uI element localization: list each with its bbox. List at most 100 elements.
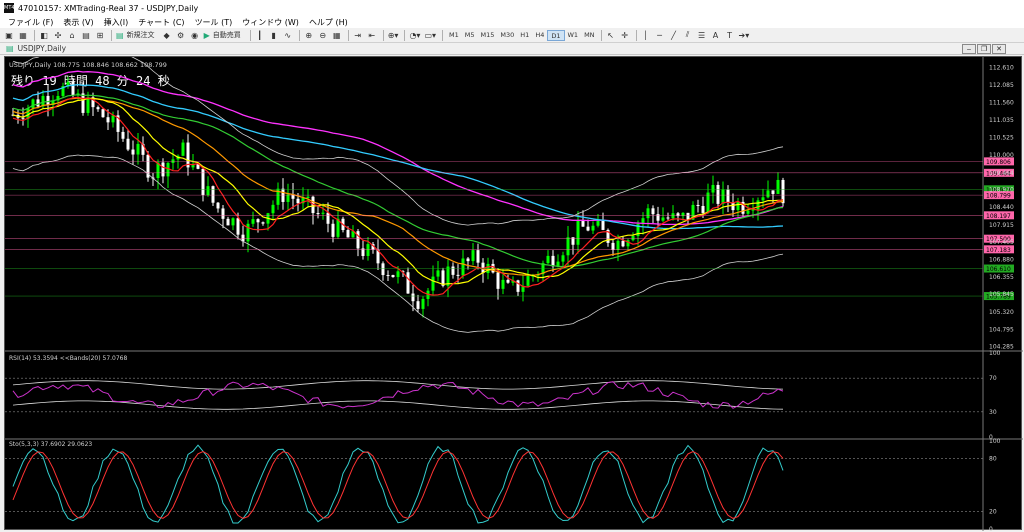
zoom-out-icon[interactable]: ⊖ — [317, 29, 329, 41]
candle-body — [611, 242, 615, 251]
cursor-icon[interactable]: ↖ — [605, 29, 617, 41]
tile-windows-icon[interactable]: ▦ — [331, 29, 343, 41]
candle-body — [251, 219, 255, 224]
toolbar-divider — [34, 29, 35, 41]
timeframe-m30[interactable]: M30 — [497, 30, 517, 41]
candle-body — [186, 142, 190, 168]
candle-body — [456, 274, 460, 276]
candle-body — [696, 204, 700, 206]
timeframe-h1[interactable]: H1 — [517, 30, 532, 41]
price-axis-tick: 108.970 — [989, 186, 1014, 193]
candle-body — [771, 190, 775, 194]
candle-body — [81, 93, 85, 113]
stochastic-axis-tick: 0 — [989, 526, 993, 531]
vertical-line-icon[interactable]: │ — [640, 29, 652, 41]
horizontal-line-icon[interactable]: ─ — [654, 29, 666, 41]
candle-body — [621, 240, 625, 247]
chart-shift-icon[interactable]: ⇤ — [366, 29, 378, 41]
candle-body — [406, 272, 410, 294]
candle-body — [551, 255, 555, 267]
market-watch-icon[interactable]: ◧ — [38, 29, 50, 41]
profiles-icon[interactable]: ▦ — [17, 29, 29, 41]
candle-body — [586, 226, 590, 231]
fibonacci-icon[interactable]: ☰ — [696, 29, 708, 41]
zoom-in-icon[interactable]: ⊕ — [303, 29, 315, 41]
candle-body — [131, 149, 135, 155]
navigator-icon[interactable]: ⌂ — [66, 29, 78, 41]
moving-average-line — [12, 97, 783, 286]
candle-body — [126, 138, 130, 150]
toolbar-divider — [111, 29, 112, 41]
main-toolbar: ▣ ▦ ◧ ✣ ⌂ ▤ ⊞ ▤ 新規注文 ◆ ⚙ ◉ ▶ 自動売買 ┃ ▮ ∿ ⊕ … — [0, 28, 1024, 43]
trendline-icon[interactable]: ╱ — [668, 29, 680, 41]
menu-file[interactable]: ファイル (F) — [3, 17, 58, 28]
price-axis-tick: 109.464 — [989, 170, 1014, 177]
restore-button[interactable]: ❐ — [977, 44, 991, 54]
candle-body — [346, 229, 350, 238]
bar-chart-icon[interactable]: ┃ — [254, 29, 266, 41]
candle-body — [411, 293, 415, 302]
price-badge-label: 107.183 — [986, 247, 1011, 254]
rsi-axis-tick: 100 — [989, 350, 1001, 357]
metaeditor-icon[interactable]: ◆ — [161, 29, 173, 41]
bollinger-band-line — [12, 154, 784, 333]
new-order-icon: ▤ — [116, 30, 124, 40]
candle-chart-icon[interactable]: ▮ — [268, 29, 280, 41]
menu-insert[interactable]: 挿入(I) — [99, 17, 134, 28]
candle-body — [46, 95, 50, 106]
candle-body — [296, 198, 300, 204]
stochastic-axis-tick: 100 — [989, 438, 1001, 445]
timeframe-h4[interactable]: H4 — [532, 30, 547, 41]
menu-help[interactable]: ヘルプ (H) — [304, 17, 353, 28]
channel-icon[interactable]: ⫽ — [682, 29, 694, 41]
stochastic-axis-tick: 20 — [989, 508, 997, 515]
candle-body — [36, 99, 40, 107]
timeframe-d1[interactable]: D1 — [547, 29, 565, 41]
candle-body — [236, 218, 240, 235]
periods-icon[interactable]: ◔▾ — [408, 29, 421, 41]
candle-body — [561, 255, 565, 262]
line-chart-icon[interactable]: ∿ — [282, 29, 294, 41]
signals-icon[interactable]: ◉ — [189, 29, 201, 41]
candle-body — [161, 162, 165, 177]
candle-body — [516, 280, 520, 292]
indicators-icon[interactable]: ⊕▾ — [387, 29, 400, 41]
candle-body — [726, 189, 730, 203]
timeframe-m5[interactable]: M5 — [462, 30, 478, 41]
menu-tools[interactable]: ツール (T) — [190, 17, 238, 28]
new-order-button[interactable]: ▤ 新規注文 — [115, 29, 159, 41]
templates-icon[interactable]: ▭▾ — [423, 29, 437, 41]
tester-icon[interactable]: ⊞ — [94, 29, 106, 41]
data-window-icon[interactable]: ✣ — [52, 29, 64, 41]
autoscroll-icon[interactable]: ⇥ — [352, 29, 364, 41]
menu-chart[interactable]: チャート (C) — [133, 17, 189, 28]
rsi-line — [12, 381, 784, 409]
text-icon[interactable]: A — [710, 29, 722, 41]
chart-area[interactable]: USDJPY,Daily 108.775 108.846 108.662 108… — [4, 56, 1023, 531]
arrows-icon[interactable]: ➔▾ — [738, 29, 751, 41]
new-order-label: 新規注文 — [126, 31, 155, 39]
candle-body — [776, 179, 780, 194]
candle-body — [581, 221, 585, 227]
timeframe-m1[interactable]: M1 — [446, 30, 462, 41]
candle-body — [356, 231, 360, 249]
label-icon[interactable]: T — [724, 29, 736, 41]
auto-trading-button[interactable]: ▶ 自動売買 — [203, 29, 245, 41]
terminal-icon[interactable]: ▤ — [80, 29, 92, 41]
candle-body — [506, 279, 510, 283]
close-button[interactable]: ✕ — [992, 44, 1006, 54]
candle-body — [71, 81, 75, 96]
timeframe-w1[interactable]: W1 — [565, 30, 582, 41]
price-chart[interactable]: USDJPY,Daily 108.775 108.846 108.662 108… — [5, 57, 1023, 531]
menu-window[interactable]: ウィンドウ (W) — [237, 17, 304, 28]
candle-body — [381, 263, 385, 276]
minimize-button[interactable]: ‒ — [962, 44, 976, 54]
moving-average-line — [12, 94, 784, 268]
menu-view[interactable]: 表示 (V) — [58, 17, 98, 28]
rsi-band-line — [12, 400, 784, 410]
timeframe-m15[interactable]: M15 — [478, 30, 498, 41]
timeframe-mn[interactable]: MN — [581, 30, 597, 41]
strategy-icon[interactable]: ⚙ — [175, 29, 187, 41]
new-chart-icon[interactable]: ▣ — [3, 29, 15, 41]
crosshair-icon[interactable]: ✛ — [619, 29, 631, 41]
